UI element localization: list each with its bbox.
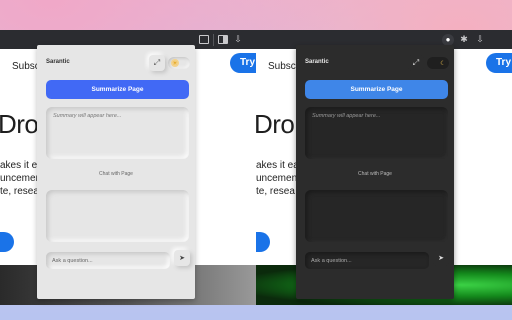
chat-section-label: Chat with Page (99, 171, 133, 177)
moon-icon: ☾ (440, 60, 446, 67)
hero-paragraph: akes it ea uncemen te, resea (256, 159, 299, 198)
profile-avatar-icon[interactable]: ● (442, 33, 454, 46)
download-icon[interactable]: ⇩ (232, 34, 244, 46)
theme-toggle[interactable]: ☀ (168, 57, 190, 69)
extension-panel-dark: Sarantic ⤢ ☾ Summarize Page Summary will… (296, 45, 454, 299)
summary-output: Summary will appear here... (305, 107, 448, 159)
site-nav-link[interactable]: Subsc (12, 61, 40, 72)
extensions-icon[interactable] (199, 35, 209, 44)
sun-icon: ☀ (171, 59, 179, 67)
expand-icon[interactable]: ⤢ (408, 55, 424, 71)
site-nav-link[interactable]: Subsc (268, 61, 296, 72)
question-input[interactable] (305, 252, 429, 269)
chat-history (305, 190, 448, 242)
site-cta-button[interactable]: Try (486, 53, 512, 73)
summary-output: Summary will appear here... (46, 107, 189, 159)
send-icon[interactable]: ➤ (174, 250, 190, 266)
site-action-button[interactable] (0, 232, 14, 252)
download-icon[interactable]: ⇩ (474, 34, 486, 46)
toolbar-divider (213, 33, 214, 46)
sidebar-toggle-icon[interactable] (218, 35, 228, 44)
question-input[interactable] (46, 252, 170, 269)
theme-toggle[interactable]: ☾ (427, 57, 449, 69)
extension-panel-light: Sarantic ⤢ ☀ Summarize Page Summary will… (37, 45, 195, 299)
extension-title: Sarantic (46, 59, 70, 65)
puzzle-icon[interactable]: ✱ (458, 34, 470, 46)
paragraph-line: uncemen (256, 173, 298, 184)
expand-icon[interactable]: ⤢ (149, 55, 165, 71)
site-action-button[interactable] (256, 232, 270, 252)
chat-history (46, 190, 189, 242)
paragraph-line: akes it ea (256, 160, 299, 171)
summarize-button[interactable]: Summarize Page (305, 80, 448, 99)
browser-toolbar-continued: ⇩ (195, 30, 256, 49)
chat-section-label: Chat with Page (358, 171, 392, 177)
extension-title: Sarantic (305, 59, 329, 65)
send-icon[interactable]: ➤ (433, 250, 449, 266)
site-cta-button[interactable]: Try (230, 53, 256, 73)
paragraph-line: te, resea (256, 186, 295, 197)
summarize-button[interactable]: Summarize Page (46, 80, 189, 99)
